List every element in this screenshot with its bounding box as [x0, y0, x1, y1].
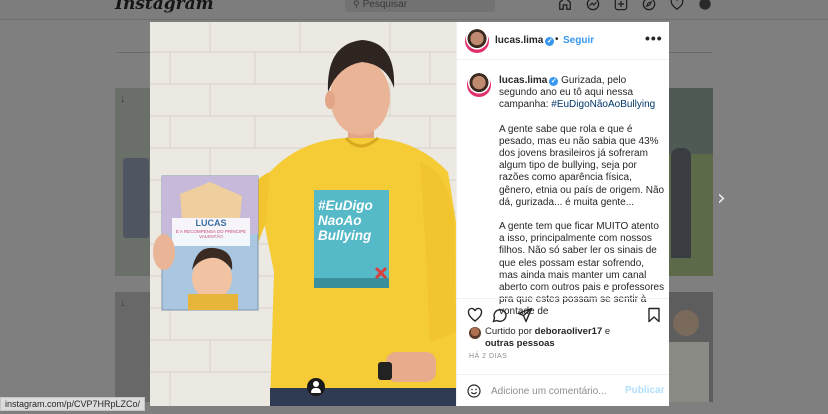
search-box[interactable]: ⚲ Pesquisar: [345, 0, 495, 12]
publish-button[interactable]: Publicar: [625, 385, 664, 396]
activity-heart-icon[interactable]: [670, 0, 686, 11]
book-title: LUCAS: [195, 218, 227, 228]
caption-username[interactable]: lucas.lima: [499, 75, 547, 86]
tagged-user-icon[interactable]: [307, 378, 325, 396]
messenger-icon[interactable]: [586, 0, 602, 11]
likes-summary: Curtido por deboraoliver17 e outras pesso…: [469, 326, 664, 349]
background-post-tile[interactable]: [669, 88, 713, 276]
shirt-hashtag-text: #EuDigo NaoAo Bullying: [318, 198, 388, 243]
book-subtitle: E A RECOMPENSA DO PRÍNCIPE VALENTÃO: [175, 229, 247, 239]
download-icon: ↓: [120, 297, 126, 309]
caption-area: lucas.lima ✓ Gurizada, pelo segundo ano e…: [457, 61, 669, 317]
post-modal: #EuDigo NaoAo Bullying LUCAS E A RECOMPE…: [150, 22, 669, 406]
liker-avatar[interactable]: [469, 327, 481, 339]
separator-dot: •: [555, 34, 559, 45]
post-actions-bar: [457, 298, 669, 328]
liked-others-link[interactable]: outras pessoas: [485, 338, 555, 349]
caption-author-avatar[interactable]: [467, 73, 491, 97]
author-avatar[interactable]: [465, 29, 489, 53]
like-heart-icon[interactable]: [467, 307, 483, 323]
comment-input[interactable]: [491, 384, 616, 398]
verified-badge-icon: ✓: [549, 77, 559, 86]
nav-icons: [558, 0, 714, 11]
caption-text: lucas.lima ✓ Gurizada, pelo segundo ano e…: [499, 75, 665, 317]
caption-hashtag[interactable]: #EuDigoNãoAoBullying: [551, 99, 655, 110]
top-navigation-bar: Instagram ⚲ Pesquisar: [0, 0, 828, 20]
shirt-line-1: #EuDigo: [318, 198, 373, 213]
post-header: lucas.lima ✓ • Seguir •••: [457, 22, 669, 60]
new-post-icon[interactable]: [614, 0, 630, 11]
more-options-icon[interactable]: •••: [645, 30, 663, 46]
post-timestamp[interactable]: HÁ 2 DIAS: [469, 353, 507, 360]
liked-joiner: e: [604, 326, 611, 337]
post-photo[interactable]: #EuDigo NaoAo Bullying LUCAS E A RECOMPE…: [150, 22, 456, 406]
verified-badge-icon: ✓: [545, 37, 555, 46]
search-placeholder: Pesquisar: [362, 0, 408, 10]
share-paper-plane-icon[interactable]: [517, 307, 533, 323]
instagram-logo[interactable]: Instagram: [115, 0, 214, 14]
explore-icon[interactable]: [642, 0, 658, 11]
next-post-arrow-icon[interactable]: ›: [717, 186, 726, 211]
background-post-tile[interactable]: [669, 292, 713, 402]
background-post-tile[interactable]: ↓: [115, 88, 151, 276]
download-icon: ↓: [120, 93, 126, 105]
liked-prefix: Curtido por: [485, 326, 532, 337]
comment-bubble-icon[interactable]: [492, 307, 508, 323]
post-sidebar: lucas.lima ✓ • Seguir ••• lucas.lima ✓ Gur…: [456, 22, 669, 406]
search-icon: ⚲: [353, 0, 360, 9]
background-post-tile[interactable]: ↓: [115, 292, 151, 402]
author-username[interactable]: lucas.lima ✓: [495, 35, 555, 46]
status-bar-url: instagram.com/p/CVP7HRpLZCo/: [0, 397, 146, 411]
profile-avatar-icon[interactable]: [698, 0, 714, 11]
save-bookmark-icon[interactable]: [646, 307, 662, 323]
emoji-icon[interactable]: [467, 384, 481, 398]
caption-paragraph-1: A gente sabe que rola e que é pesado, ma…: [499, 123, 665, 208]
shirt-line-2: NaoAo: [318, 213, 362, 228]
follow-button[interactable]: Seguir: [563, 35, 594, 46]
shirt-line-3: Bullying: [318, 228, 372, 243]
home-icon[interactable]: [558, 0, 574, 11]
comment-form: Publicar: [457, 374, 669, 406]
photo-illustration: [150, 22, 456, 406]
liked-user-link[interactable]: deboraoliver17: [535, 326, 603, 337]
